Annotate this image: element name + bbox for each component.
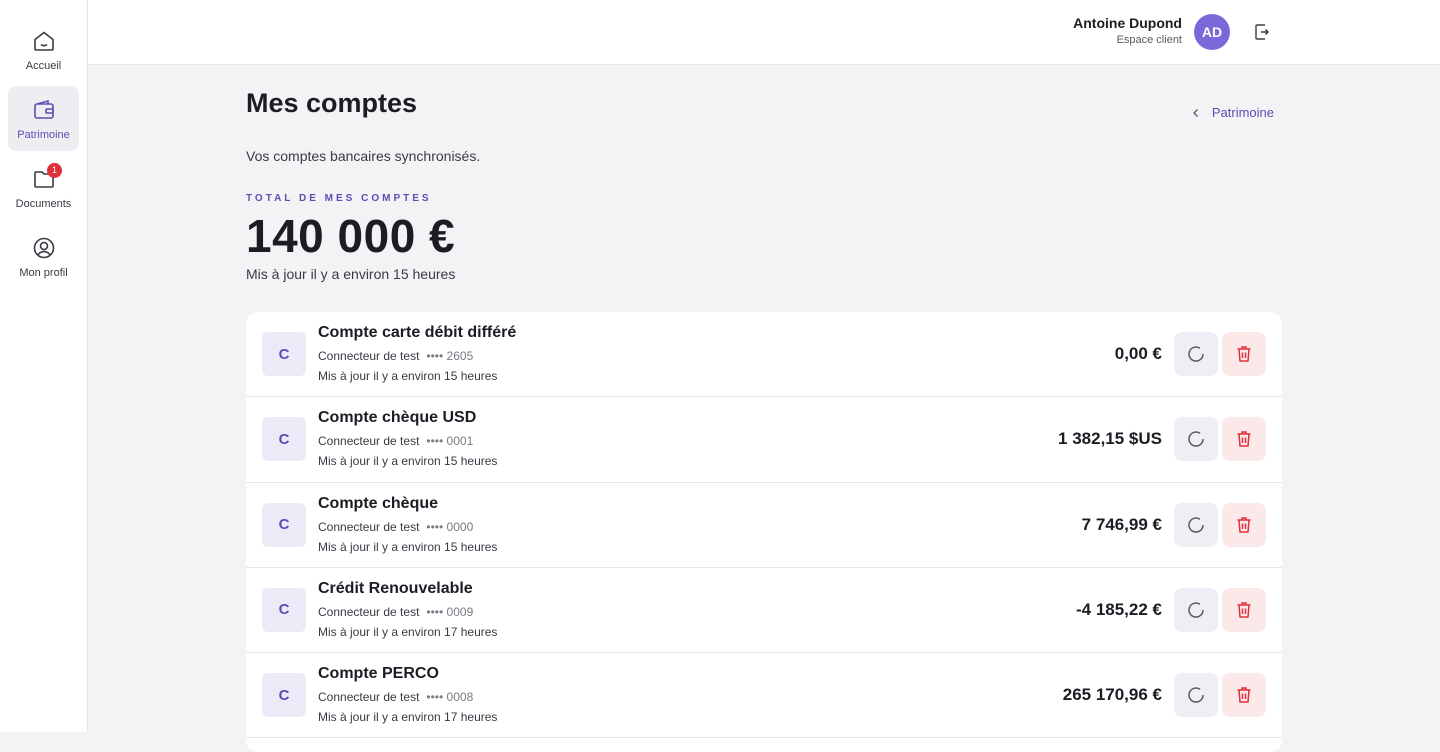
nav-label: Patrimoine xyxy=(17,129,70,141)
account-row[interactable]: C Crédit Renouvelable Connecteur de test… xyxy=(246,568,1282,654)
account-meta: Connecteur de test •••• 0000 xyxy=(318,520,473,534)
refresh-button[interactable] xyxy=(1174,417,1218,462)
account-updated: Mis à jour il y a environ 17 heures xyxy=(318,624,498,639)
nav-item-patrimoine[interactable]: Patrimoine xyxy=(8,86,79,151)
account-balance: 0,00 € xyxy=(1114,344,1162,363)
account-balance: 265 170,96 € xyxy=(1062,685,1162,705)
trash-icon xyxy=(1237,516,1251,533)
account-balance: 7 746,99 € xyxy=(1081,514,1162,534)
nav-item-mon-profil[interactable]: Mon profil xyxy=(8,224,79,289)
nav-label: Accueil xyxy=(25,60,62,72)
account-row[interactable]: C Compte chèque USD Connecteur de test •… xyxy=(246,397,1282,483)
refresh-icon xyxy=(1188,687,1204,703)
account-name: Compte PERCO xyxy=(318,665,439,683)
account-updated: Mis à jour il y a environ 15 heures xyxy=(318,539,498,554)
nav-label: Mon profil xyxy=(19,267,68,279)
account-row[interactable]: C Compte chèque Connecteur de test •••• … xyxy=(246,483,1282,568)
account-avatar: C xyxy=(262,673,306,718)
account-updated: Mis à jour il y a environ 15 heures xyxy=(318,454,498,469)
delete-button[interactable] xyxy=(1222,673,1266,718)
total-label: TOTAL DE MES COMPTES xyxy=(246,193,432,204)
account-number-mask: •••• 0009 xyxy=(426,604,474,619)
account-updated: Mis à jour il y a environ 17 heures xyxy=(318,710,498,725)
delete-button[interactable] xyxy=(1222,417,1266,462)
account-balance: 1 382,15 $US xyxy=(1058,429,1162,449)
delete-button[interactable] xyxy=(1222,587,1266,632)
account-row[interactable]: C Compte carte débit différé Connecteur … xyxy=(246,312,1282,398)
page-subtitle: Vos comptes bancaires synchronisés. xyxy=(246,148,481,164)
account-connector: Connecteur de test xyxy=(318,604,420,619)
account-meta: Connecteur de test •••• 0008 xyxy=(318,690,473,704)
logout-icon[interactable] xyxy=(1252,22,1272,42)
user-role: Espace client xyxy=(1116,34,1182,46)
account-name: Compte carte débit différé xyxy=(318,324,517,341)
account-updated: Mis à jour il y a environ 15 heures xyxy=(318,369,498,383)
back-link[interactable]: Patrimoine xyxy=(1192,105,1274,120)
account-avatar: C xyxy=(262,417,306,462)
refresh-button[interactable] xyxy=(1174,502,1218,547)
total-updated: Mis à jour il y a environ 15 heures xyxy=(246,266,456,282)
accounts-list: C Compte carte débit différé Connecteur … xyxy=(246,312,1282,752)
account-meta: Connecteur de test •••• 0009 xyxy=(318,605,473,619)
refresh-button[interactable] xyxy=(1174,587,1218,632)
account-name: Compte chèque xyxy=(318,494,439,512)
avatar[interactable]: AD xyxy=(1194,14,1230,50)
account-number-mask: •••• 2605 xyxy=(426,349,474,363)
account-balance: -4 185,22 € xyxy=(1075,599,1162,619)
page-title: Mes comptes xyxy=(246,88,418,118)
trash-icon xyxy=(1237,431,1251,448)
refresh-icon xyxy=(1188,431,1204,448)
refresh-button[interactable] xyxy=(1174,673,1218,718)
account-avatar: C xyxy=(262,587,306,632)
chevron-left-icon xyxy=(1192,108,1198,117)
total-amount: 140 000 € xyxy=(246,210,456,262)
account-name: Crédit Renouvelable xyxy=(318,579,473,597)
user-info: Antoine Dupond Espace client xyxy=(1073,15,1182,46)
trash-icon xyxy=(1237,687,1251,703)
nav-label: Documents xyxy=(15,198,72,210)
account-number-mask: •••• 0001 xyxy=(426,434,474,449)
account-meta: Connecteur de test •••• 0001 xyxy=(318,434,473,448)
account-connector: Connecteur de test xyxy=(318,690,420,705)
account-connector: Connecteur de test xyxy=(318,434,420,449)
account-connector: Connecteur de test xyxy=(318,349,420,363)
user-circle-icon xyxy=(33,237,54,259)
delete-button[interactable] xyxy=(1222,332,1266,376)
home-icon xyxy=(33,31,54,51)
trash-icon xyxy=(1237,602,1251,618)
trash-icon xyxy=(1237,346,1251,362)
notification-badge: 1 xyxy=(47,163,62,178)
refresh-icon xyxy=(1188,346,1204,362)
account-avatar: C xyxy=(262,502,306,547)
account-row[interactable]: C Compte PERCO Connecteur de test •••• 0… xyxy=(246,653,1282,739)
account-name: Compte chèque USD xyxy=(318,409,477,427)
user-name: Antoine Dupond xyxy=(1073,15,1182,31)
nav-item-accueil[interactable]: Accueil xyxy=(8,17,79,82)
refresh-icon xyxy=(1188,602,1204,618)
account-number-mask: •••• 0000 xyxy=(426,519,474,534)
refresh-button[interactable] xyxy=(1174,332,1218,376)
wallet-icon xyxy=(33,99,54,119)
nav-item-documents[interactable]: 1 Documents xyxy=(8,155,79,220)
sidebar: Accueil Patrimoine 1 Documents Mon profi… xyxy=(0,0,88,732)
account-number-mask: •••• 0008 xyxy=(426,690,474,705)
account-meta: Connecteur de test •••• 2605 xyxy=(318,349,473,363)
refresh-icon xyxy=(1188,516,1204,533)
account-avatar: C xyxy=(262,332,306,376)
delete-button[interactable] xyxy=(1222,502,1266,547)
account-connector: Connecteur de test xyxy=(318,519,420,534)
back-link-label: Patrimoine xyxy=(1211,105,1274,120)
topbar: Antoine Dupond Espace client xyxy=(88,0,1440,65)
